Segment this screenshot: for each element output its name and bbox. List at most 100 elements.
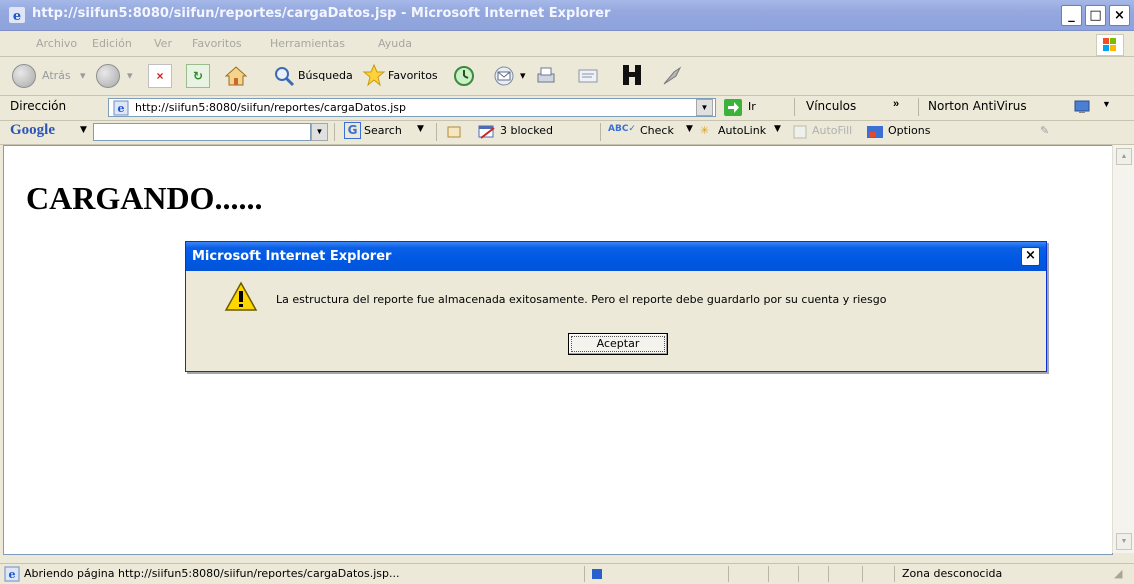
tool-icon[interactable] [660, 64, 684, 88]
options-icon[interactable] [866, 124, 884, 140]
menu-ayuda[interactable]: Ayuda [378, 37, 412, 50]
spellcheck-icon[interactable]: ABC✓ [608, 124, 636, 134]
separator [334, 123, 335, 141]
separator [768, 566, 769, 582]
norton-dropdown-icon[interactable]: ▼ [1102, 99, 1111, 109]
autofill-label[interactable]: AutoFill [812, 124, 852, 137]
ie-logo-icon: e [9, 7, 25, 24]
menu-archivo[interactable]: Archivo [36, 37, 77, 50]
google-logo[interactable]: Google [10, 122, 55, 139]
progress-bar [592, 569, 602, 579]
search-label[interactable]: Search [364, 124, 402, 137]
status-text: Abriendo página http://siifun5:8080/siif… [24, 567, 400, 580]
news-icon[interactable] [446, 124, 462, 140]
separator [794, 98, 795, 116]
separator [600, 123, 601, 141]
back-label[interactable]: Atrás [42, 69, 71, 82]
minimize-button[interactable]: _ [1061, 5, 1082, 26]
menu-herramientas[interactable]: Herramientas [270, 37, 345, 50]
svg-text:e: e [13, 9, 21, 24]
svg-text:e: e [118, 102, 125, 115]
accept-button[interactable]: Aceptar [568, 333, 668, 355]
dialog-close-button[interactable]: × [1021, 247, 1040, 266]
alert-dialog: Microsoft Internet Explorer × La estruct… [185, 241, 1047, 372]
popup-blocker-icon[interactable] [478, 124, 496, 140]
standard-toolbar: Atrás ▾ ▾ × ↻ Búsqueda Favoritos ▾ [0, 57, 1134, 96]
separator [798, 566, 799, 582]
home-icon[interactable] [224, 64, 248, 88]
autolink-dropdown-icon[interactable]: ▼ [774, 124, 781, 134]
dialog-message: La estructura del reporte fue almacenada… [276, 293, 887, 306]
separator [436, 123, 437, 141]
search-label[interactable]: Búsqueda [298, 69, 353, 82]
check-dropdown-icon[interactable]: ▼ [686, 124, 693, 134]
forward-dropdown-icon[interactable]: ▾ [127, 69, 133, 82]
google-search-input[interactable] [93, 123, 311, 141]
address-label: Dirección [10, 99, 67, 113]
title-bar[interactable]: e http://siifun5:8080/siifun/reportes/ca… [0, 0, 1134, 31]
scroll-up-icon[interactable]: ▲ [1116, 148, 1132, 165]
separator [862, 566, 863, 582]
mail-dropdown-icon[interactable]: ▾ [520, 69, 526, 82]
resize-grip-icon[interactable]: ◢ [1114, 567, 1122, 580]
history-icon[interactable] [452, 64, 476, 88]
search-dropdown-icon[interactable]: ▼ [417, 124, 424, 134]
status-bar: e Abriendo página http://siifun5:8080/si… [0, 563, 1134, 584]
page-loading-icon: e [4, 566, 20, 582]
page-heading: CARGANDO...... [26, 180, 263, 216]
google-search-dropdown-icon[interactable]: ▼ [311, 123, 328, 141]
options-label[interactable]: Options [888, 124, 930, 137]
address-input[interactable]: e http://siifun5:8080/siifun/reportes/ca… [108, 98, 716, 117]
maximize-button[interactable]: □ [1085, 5, 1106, 26]
back-arrow-icon[interactable] [12, 64, 36, 88]
separator [918, 98, 919, 116]
autolink-icon[interactable]: ✳ [700, 124, 709, 137]
windows-logo-icon [1096, 34, 1124, 56]
menu-edicion[interactable]: Edición [92, 37, 132, 50]
close-button[interactable]: × [1109, 5, 1130, 26]
svg-text:e: e [9, 568, 16, 581]
stop-icon[interactable]: × [148, 64, 172, 88]
pencil-icon[interactable]: ✎ [1040, 124, 1049, 137]
menu-favoritos[interactable]: Favoritos [192, 37, 242, 50]
address-dropdown-icon[interactable]: ▼ [696, 99, 713, 116]
page-icon: e [113, 100, 129, 116]
scroll-down-icon[interactable]: ▼ [1116, 533, 1132, 550]
autofill-icon[interactable] [792, 124, 808, 140]
vertical-scrollbar[interactable]: ▲ ▼ [1112, 145, 1134, 553]
links-chevron[interactable]: » [893, 98, 899, 110]
go-label[interactable]: Ir [748, 100, 756, 113]
dialog-title-bar[interactable]: Microsoft Internet Explorer × [186, 242, 1046, 271]
norton-icon[interactable] [1074, 99, 1090, 115]
google-dropdown-icon[interactable]: ▼ [80, 125, 87, 135]
check-label[interactable]: Check [640, 124, 674, 137]
separator [584, 566, 585, 582]
google-search-icon[interactable]: G [344, 122, 361, 139]
separator [728, 566, 729, 582]
search-icon[interactable] [272, 64, 296, 88]
separator [828, 566, 829, 582]
mail-icon[interactable] [492, 64, 516, 88]
favorites-star-icon[interactable] [362, 63, 386, 87]
browser-window: e http://siifun5:8080/siifun/reportes/ca… [0, 0, 1134, 584]
autolink-label[interactable]: AutoLink [718, 124, 766, 137]
print-icon[interactable] [534, 64, 558, 88]
window-title: http://siifun5:8080/siifun/reportes/carg… [32, 6, 611, 21]
norton-label[interactable]: Norton AntiVirus [928, 99, 1027, 113]
favorites-label[interactable]: Favoritos [388, 69, 438, 82]
h-icon[interactable] [620, 63, 644, 87]
links-label[interactable]: Vínculos [806, 99, 856, 113]
forward-arrow-icon[interactable] [96, 64, 120, 88]
address-bar: Dirección e http://siifun5:8080/siifun/r… [0, 95, 1134, 121]
warning-icon [224, 281, 258, 311]
go-arrow-icon[interactable] [724, 99, 742, 116]
zone-label: Zona desconocida [902, 567, 1003, 580]
edit-icon[interactable] [576, 64, 600, 88]
address-url: http://siifun5:8080/siifun/reportes/carg… [135, 101, 407, 114]
blocked-label[interactable]: 3 blocked [500, 124, 553, 137]
menu-ver[interactable]: Ver [154, 37, 172, 50]
menu-bar: Archivo Edición Ver Favoritos Herramient… [0, 31, 1134, 57]
back-dropdown-icon[interactable]: ▾ [80, 69, 86, 82]
dialog-title: Microsoft Internet Explorer [192, 249, 392, 264]
refresh-icon[interactable]: ↻ [186, 64, 210, 88]
